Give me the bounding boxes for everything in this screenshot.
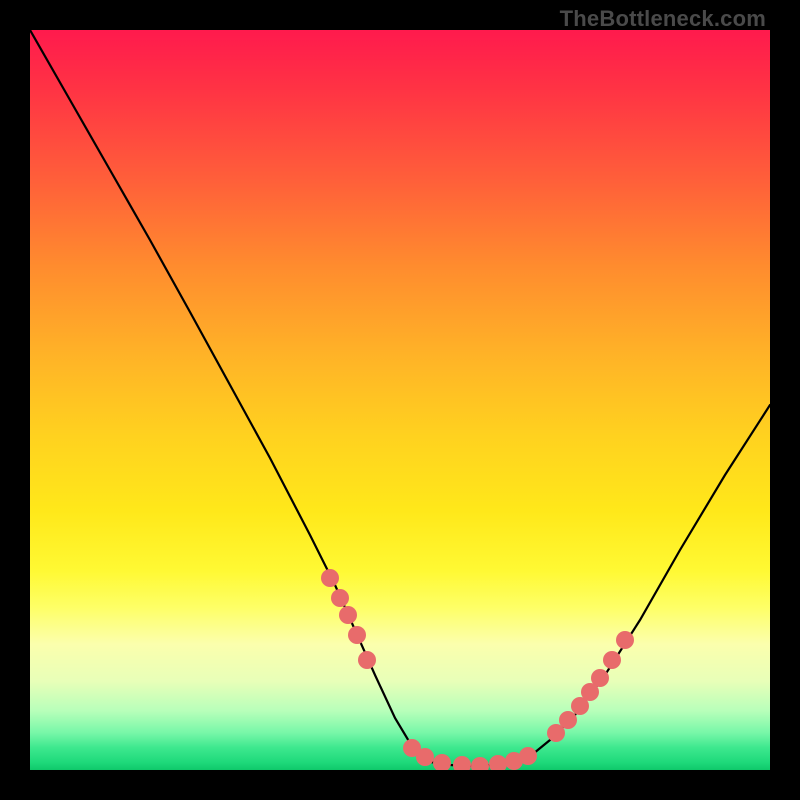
curve-marker-dot: [453, 756, 471, 770]
curve-marker-dot: [616, 631, 634, 649]
curve-markers: [321, 569, 634, 770]
curve-marker-dot: [321, 569, 339, 587]
bottleneck-curve: [30, 30, 770, 766]
chart-svg: [30, 30, 770, 770]
curve-marker-dot: [331, 589, 349, 607]
curve-marker-dot: [603, 651, 621, 669]
watermark-text: TheBottleneck.com: [560, 6, 766, 32]
curve-marker-dot: [348, 626, 366, 644]
curve-marker-dot: [416, 748, 434, 766]
curve-marker-dot: [433, 754, 451, 770]
curve-marker-dot: [519, 747, 537, 765]
curve-marker-dot: [339, 606, 357, 624]
curve-marker-dot: [559, 711, 577, 729]
curve-marker-dot: [489, 755, 507, 770]
curve-marker-dot: [591, 669, 609, 687]
curve-marker-dot: [358, 651, 376, 669]
chart-plot-area: [30, 30, 770, 770]
curve-marker-dot: [471, 757, 489, 770]
